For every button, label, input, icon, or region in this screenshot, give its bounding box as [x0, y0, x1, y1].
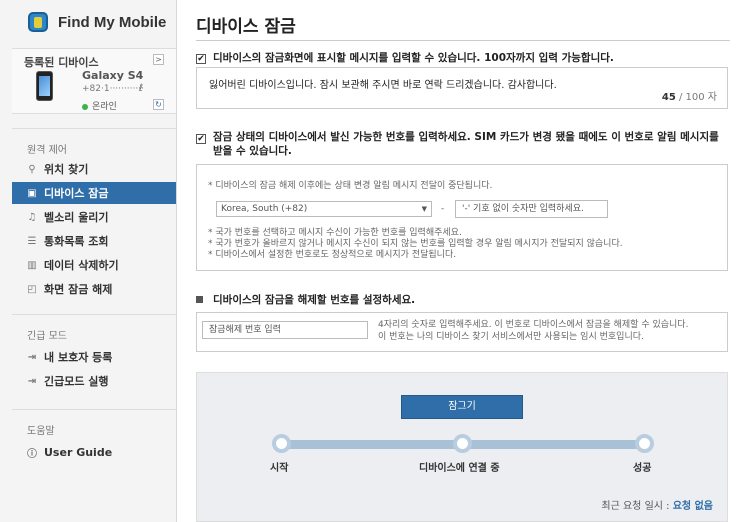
- edit-device-icon[interactable]: ℓ: [139, 83, 143, 94]
- registered-devices-header: 등록된 디바이스: [24, 56, 99, 69]
- nav-item-label: User Guide: [44, 445, 113, 459]
- nav-item-label: 위치 찾기: [44, 163, 89, 176]
- device-status-label: 온라인: [92, 102, 117, 112]
- login-icon: ⇥: [27, 351, 37, 363]
- last-request: 최근 요청 일시 : 요청 없음: [601, 497, 713, 512]
- section-help: 도움말: [27, 426, 55, 437]
- step-success-node: [635, 434, 654, 453]
- nav-item-label: 내 보호자 등록: [44, 351, 113, 364]
- list-icon: ☰: [27, 235, 37, 247]
- divider: [12, 128, 176, 129]
- divider: [196, 40, 730, 41]
- sidebar: Find My Mobile 등록된 디바이스 > Galaxy S4 +82·…: [0, 0, 177, 522]
- unlock-icon: ◰: [27, 283, 37, 295]
- app-name: Find My Mobile: [58, 13, 167, 31]
- last-request-label: 최근 요청 일시 :: [601, 501, 670, 512]
- last-request-value: 요청 없음: [672, 501, 713, 512]
- nav-item-label: 긴급모드 실행: [44, 375, 109, 388]
- music-note-icon: ♫: [27, 211, 37, 223]
- lock-progress-panel: 잠그기 시작 디바이스에 연결 중 성공 최근 요청 일시 : 요청 없음: [196, 372, 728, 522]
- step-start-label: 시작: [270, 463, 289, 474]
- lock-icon: ▣: [27, 187, 37, 199]
- lock-message-instruction: 디바이스의 잠금화면에 표시할 메시지를 입력할 수 있습니다. 100자까지 …: [213, 52, 614, 64]
- country-code-value: Korea, South (+82): [221, 204, 308, 214]
- nav-item-label: 벨소리 울리기: [44, 211, 109, 224]
- step-success-label: 성공: [633, 463, 652, 474]
- lock-message-checkbox[interactable]: ✔: [196, 54, 206, 64]
- country-code-select[interactable]: Korea, South (+82) ▼: [216, 201, 432, 217]
- nav-item-run-emergency-mode[interactable]: ⇥ 긴급모드 실행: [12, 370, 176, 392]
- step-connect-label: 디바이스에 연결 중: [419, 463, 500, 474]
- refresh-icon[interactable]: ↻: [153, 99, 164, 110]
- character-count: 45 / 100 자: [662, 88, 717, 103]
- callback-hint-3: * 디바이스에서 설정한 번호로도 정상적으로 메시지가 전달됩니다.: [208, 250, 457, 260]
- nav-item-lock-device[interactable]: ▣ 디바이스 잠금: [12, 182, 176, 204]
- nav-item-unlock-screen[interactable]: ◰ 화면 잠금 해제: [12, 278, 176, 300]
- callback-number-input[interactable]: '-' 기호 없이 숫자만 입력하세요.: [455, 200, 608, 218]
- unlock-pin-bullet-icon: [196, 296, 203, 303]
- step-connect-node: [453, 434, 472, 453]
- chevron-down-icon: ▼: [421, 205, 427, 213]
- callback-number-instruction-line2: 받을 수 있습니다.: [213, 145, 292, 157]
- divider: [12, 314, 176, 315]
- unlock-pin-note-2: 이 번호는 나의 디바이스 찾기 서비스에서만 사용되는 임시 번호입니다.: [378, 332, 644, 342]
- nav-item-user-guide[interactable]: ⓘ User Guide: [12, 441, 176, 463]
- device-number: +82·1············: [82, 84, 144, 94]
- character-count-current: 45: [661, 92, 676, 103]
- nav-item-label: 디바이스 잠금: [44, 187, 109, 200]
- device-status: 온라인: [82, 99, 117, 112]
- section-remote-control: 원격 제어: [27, 145, 67, 156]
- lock-message-text: 잃어버린 디바이스입니다. 잠시 보관해 주시면 바로 연락 드리겠습니다. 감…: [209, 80, 557, 91]
- nav-item-ring[interactable]: ♫ 벨소리 울리기: [12, 206, 176, 228]
- nav-item-wipe-data[interactable]: ▥ 데이터 삭제하기: [12, 254, 176, 276]
- lock-message-input[interactable]: 잃어버린 디바이스입니다. 잠시 보관해 주시면 바로 연락 드리겠습니다. 감…: [196, 67, 728, 109]
- nav-item-locate[interactable]: ⚲ 위치 찾기: [12, 158, 176, 180]
- nav-item-label: 통화목록 조회: [44, 235, 109, 248]
- callback-note: * 디바이스의 잠금 해제 이후에는 상태 변경 알림 메시지 전달이 중단됩니…: [208, 181, 493, 191]
- separator-dash: -: [441, 204, 445, 214]
- trash-icon: ▥: [27, 259, 37, 271]
- nav-item-label: 화면 잠금 해제: [44, 283, 113, 296]
- unlock-pin-note-1: 4자리의 숫자로 입력해주세요. 이 번호로 디바이스에서 잠금을 해제할 수 …: [378, 320, 689, 330]
- info-icon: ⓘ: [27, 448, 37, 460]
- unlock-pin-instruction: 디바이스의 잠금을 해제할 번호를 설정하세요.: [213, 294, 416, 306]
- nav-item-register-guardian[interactable]: ⇥ 내 보호자 등록: [12, 346, 176, 368]
- nav-item-call-log[interactable]: ☰ 통화목록 조회: [12, 230, 176, 252]
- lock-button[interactable]: 잠그기: [401, 395, 523, 419]
- device-list-arrow-icon[interactable]: >: [153, 54, 164, 65]
- callback-number-checkbox[interactable]: ✔: [196, 134, 206, 144]
- page-title: 디바이스 잠금: [196, 17, 296, 37]
- search-icon: ⚲: [28, 163, 36, 175]
- online-dot-icon: [82, 103, 88, 110]
- unlock-pin-input[interactable]: 잠금해제 번호 입력: [202, 321, 368, 339]
- nav-item-label: 데이터 삭제하기: [44, 259, 119, 272]
- device-thumbnail: [36, 71, 53, 101]
- character-count-total: / 100 자: [678, 92, 717, 103]
- login-icon: ⇥: [27, 375, 37, 387]
- registered-device-card: 등록된 디바이스 > Galaxy S4 +82·1············ ℓ…: [12, 48, 176, 114]
- divider: [12, 409, 176, 410]
- section-emergency-mode: 긴급 모드: [27, 331, 67, 342]
- device-model: Galaxy S4: [82, 69, 144, 82]
- app-logo[interactable]: Find My Mobile: [0, 0, 176, 44]
- step-start-node: [272, 434, 291, 453]
- find-my-mobile-logo-icon: [28, 12, 48, 32]
- callback-number-instruction-line1: 잠금 상태의 디바이스에서 발신 가능한 번호를 입력하세요. SIM 카드가 …: [213, 131, 719, 143]
